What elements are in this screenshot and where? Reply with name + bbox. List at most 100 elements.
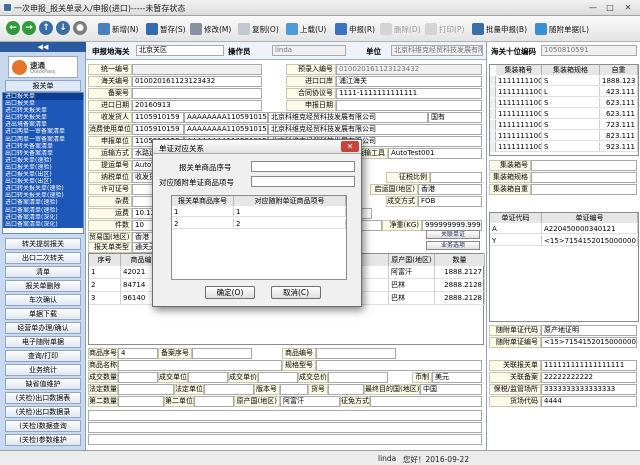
container-table-cell[interactable]: 823.111	[600, 131, 638, 141]
remark-line[interactable]	[88, 434, 482, 445]
documents-table-cell[interactable]: <15>7154152015000000	[542, 236, 638, 246]
name-field[interactable]	[118, 360, 282, 371]
nav-button[interactable]: 经营单办理/确认	[5, 322, 81, 334]
nav-list-item[interactable]: 出口转关报关单(速验)	[3, 192, 83, 200]
nav-list-item[interactable]: 进口报关单(速验)	[3, 156, 83, 164]
record-no-field[interactable]	[132, 88, 262, 99]
dialog-cancel-button[interactable]: 取消(C)	[271, 286, 321, 299]
deal-field[interactable]: FOB	[418, 196, 482, 207]
items-table-cell[interactable]: 2	[89, 279, 121, 292]
container-table-header[interactable]: 集装箱规格	[542, 65, 600, 75]
nav-list-item[interactable]: 进口备案清单(深化)	[3, 213, 83, 221]
documents-table-cell[interactable]: Y	[490, 236, 542, 246]
nav-button[interactable]: 报关单删除	[5, 280, 81, 292]
dialog-table-cell[interactable]: 1	[172, 207, 234, 217]
container-table-cell[interactable]: 623.111	[600, 98, 638, 108]
delete-button[interactable]: 删除(D)	[380, 21, 421, 37]
remark-line[interactable]	[88, 422, 482, 433]
dialog-ok-button[interactable]: 确定(O)	[205, 286, 255, 299]
nav-button[interactable]: (关检)参数维护	[5, 434, 81, 446]
entry-port-field[interactable]: 浦江海关	[336, 76, 482, 87]
container-table-cell[interactable]: S	[542, 109, 600, 119]
consumer-name-field[interactable]: 北京科维克经贸科技发展有限公司	[268, 124, 482, 135]
dialog-attach-seq-input[interactable]	[251, 176, 355, 187]
qty-field[interactable]	[118, 372, 158, 383]
nav-list-item[interactable]: 出口转关备案清单	[3, 149, 83, 157]
import-date-field[interactable]: 20160913	[132, 100, 262, 111]
nav-button[interactable]: 单据下载	[5, 308, 81, 320]
container-table-cell[interactable]: 11111111009	[496, 142, 542, 152]
nav-list-item[interactable]: 进口两单一审备案清单	[3, 128, 83, 136]
decl-date-field[interactable]	[336, 100, 482, 111]
dest-field[interactable]: 中国	[420, 384, 482, 395]
documents-table[interactable]: 单证代码 单证编号 A A220450000340121 Y <15>7154152015…	[489, 212, 639, 322]
container-table-cell[interactable]: S	[542, 142, 600, 152]
items-table-cell[interactable]: 巴林	[389, 279, 435, 292]
container-table-cell[interactable]: 11111111003	[496, 76, 542, 86]
close-window-button[interactable]: ✕	[621, 2, 635, 13]
nav-button[interactable]: 清单	[5, 266, 81, 278]
documents-table-cell[interactable]: A220450000340121	[542, 224, 638, 234]
exempt-field[interactable]	[430, 172, 482, 183]
vessel-field[interactable]: AutoTest001	[388, 148, 482, 159]
nav-list-item[interactable]: 出口报关单(速验)	[3, 163, 83, 172]
related-docs-button[interactable]: 关联单证	[426, 230, 480, 239]
consumer-code-field[interactable]: 1105910159	[132, 124, 184, 135]
nav-list-item[interactable]: 进口备案清单(速验)	[3, 199, 83, 207]
container-table-cell[interactable]: 423.111	[600, 87, 638, 97]
trade-country-field[interactable]: 香港	[418, 184, 482, 195]
nav-list-item[interactable]: 出口转关报关单	[3, 114, 83, 122]
record-seq-field[interactable]	[192, 348, 252, 359]
dialog-table-cell[interactable]: 2	[172, 219, 234, 229]
container-table-cell[interactable]: 11111111007	[496, 120, 542, 130]
nav-list-item[interactable]: 出口两单一审备案清单	[3, 135, 83, 143]
nav-button[interactable]: (关检)出口数据表	[5, 392, 81, 404]
dialog-table-header[interactable]: 报关单商品序号	[172, 196, 234, 206]
save-button[interactable]: 暂存(S)	[146, 21, 186, 37]
origin-field[interactable]: 阿富汗	[280, 396, 340, 407]
container-table-header[interactable]: 自重	[600, 65, 638, 75]
nav-button[interactable]: (关检)数据查询	[5, 420, 81, 432]
business-options-button[interactable]: 业务选项	[426, 241, 480, 250]
item-no-field[interactable]: 4	[118, 348, 158, 359]
items-table-cell[interactable]: 阿富汗	[389, 266, 435, 279]
attach-docs-button[interactable]: 随附单据(L)	[535, 21, 589, 37]
nav-button[interactable]: 转关提前报关	[5, 238, 81, 250]
unit-price-field[interactable]	[258, 372, 298, 383]
legal-unit-field[interactable]	[204, 384, 254, 395]
items-table-header[interactable]: 原产国(地区)	[389, 254, 435, 266]
print-button[interactable]: 打印(P)	[425, 21, 464, 37]
nav-button[interactable]: 车次确认	[5, 294, 81, 306]
dialog-close-button[interactable]: ✕	[341, 141, 359, 152]
container-table-cell[interactable]: 923.111	[600, 142, 638, 152]
up-arrow-icon[interactable]: ↑	[39, 21, 53, 35]
remark-line[interactable]	[88, 410, 482, 421]
consignee-code2-field[interactable]: AAAAAAAA1105910159	[184, 112, 268, 123]
nav-button[interactable]: 缺省值维护	[5, 378, 81, 390]
nav-list-item[interactable]: 出口报关单(出区)	[3, 178, 83, 186]
version-field[interactable]	[280, 384, 308, 395]
goods-no-field[interactable]	[328, 384, 364, 395]
consumer-code2-field[interactable]: AAAAAAAA1105910159	[184, 124, 268, 135]
container-table-cell[interactable]: 623.111	[600, 109, 638, 119]
nav-button[interactable]: 查询/打印	[5, 350, 81, 362]
nav-button[interactable]: 业务统计	[5, 364, 81, 376]
second-qty-field[interactable]	[118, 396, 164, 407]
rel-decl-field[interactable]: 111111111111111111	[541, 360, 637, 371]
edit-button[interactable]: 修改(M)	[190, 21, 231, 37]
box-spec-field[interactable]	[531, 172, 637, 183]
currency-field[interactable]: 美元	[432, 372, 482, 383]
dialog-table[interactable]: 报关单商品序号 对应随附单证商品项号 1 1 2 2	[171, 195, 347, 280]
nav-list-item[interactable]: 进口报关单	[3, 93, 83, 101]
dialog-table-header[interactable]: 对应随附单证商品项号	[234, 196, 346, 206]
nav-section-declarations[interactable]: 报关单	[5, 80, 81, 92]
container-table-cell[interactable]: 1888.123	[600, 76, 638, 86]
yard-field[interactable]: 4444	[541, 396, 637, 407]
nav-list-item[interactable]: 进口转关报关单(速验)	[3, 185, 83, 193]
precheck-field[interactable]: 010020161123123432	[336, 64, 482, 75]
container-table-cell[interactable]: 11111111004	[496, 87, 542, 97]
container-table-cell[interactable]: S	[542, 98, 600, 108]
rel-record-field[interactable]: 22222222222	[541, 372, 637, 383]
nav-list-item[interactable]: 出口备案清单(深化)	[3, 220, 83, 228]
box-weight-field[interactable]	[531, 184, 637, 195]
